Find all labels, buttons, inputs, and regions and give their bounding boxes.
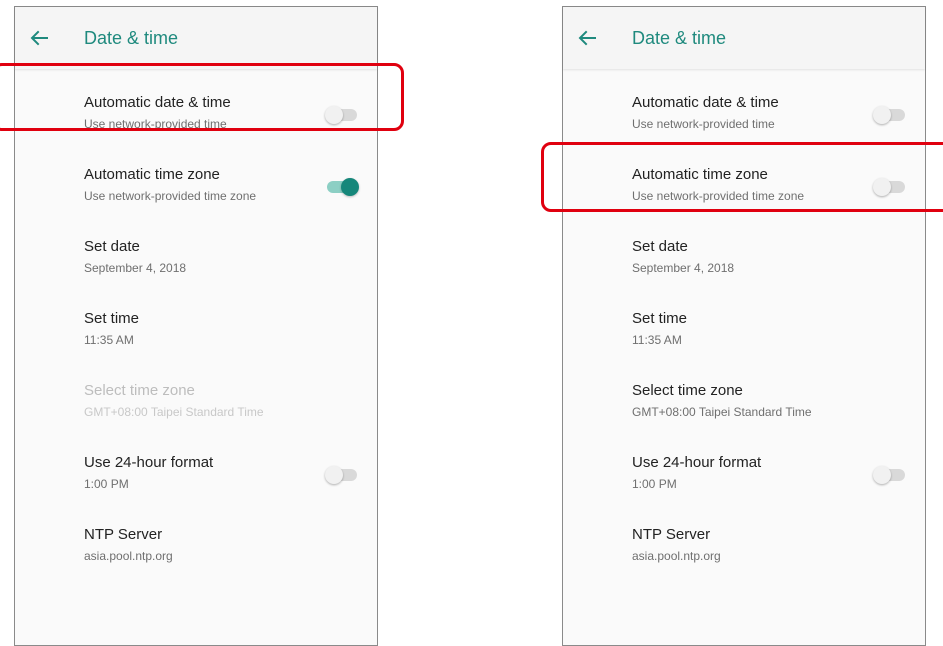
pref-use-24-hour-format[interactable]: Use 24-hour format 1:00 PM bbox=[563, 439, 925, 511]
pref-title: Automatic time zone bbox=[632, 166, 768, 183]
pref-automatic-date-time[interactable]: Automatic date & time Use network-provid… bbox=[15, 79, 377, 151]
switch-thumb bbox=[325, 466, 343, 484]
pref-automatic-time-zone[interactable]: Automatic time zone Use network-provided… bbox=[563, 151, 925, 223]
pref-summary: September 4, 2018 bbox=[632, 261, 735, 275]
pref-ntp-server[interactable]: NTP Server asia.pool.ntp.org bbox=[563, 511, 925, 583]
app-bar: Date & time bbox=[563, 7, 925, 69]
pref-summary: GMT+08:00 Taipei Standard Time bbox=[632, 405, 812, 419]
pref-title: Set date bbox=[632, 238, 688, 255]
pref-summary: 11:35 AM bbox=[632, 333, 682, 347]
pref-select-time-zone: Select time zone GMT+08:00 Taipei Standa… bbox=[15, 367, 377, 439]
automatic-time-zone-switch[interactable] bbox=[873, 178, 907, 196]
automatic-time-zone-switch[interactable] bbox=[325, 178, 359, 196]
pref-select-time-zone[interactable]: Select time zone GMT+08:00 Taipei Standa… bbox=[563, 367, 925, 439]
pref-summary: Use network-provided time zone bbox=[84, 189, 257, 203]
arrow-left-icon[interactable] bbox=[573, 24, 601, 52]
pref-set-date[interactable]: Set date September 4, 2018 bbox=[15, 223, 377, 295]
pref-automatic-time-zone[interactable]: Automatic time zone Use network-provided… bbox=[15, 151, 377, 223]
automatic-date-time-switch[interactable] bbox=[873, 106, 907, 124]
pref-title: Set date bbox=[84, 238, 140, 255]
pref-title: Set time bbox=[84, 310, 140, 327]
pref-title: Select time zone bbox=[632, 382, 743, 399]
pref-summary: 1:00 PM bbox=[84, 477, 129, 491]
pref-title: Automatic time zone bbox=[84, 166, 220, 183]
pref-summary: GMT+08:00 Taipei Standard Time bbox=[84, 405, 264, 419]
pref-title: Set time bbox=[632, 310, 688, 327]
pref-set-time[interactable]: Set time 11:35 AM bbox=[15, 295, 377, 367]
page-title: Date & time bbox=[84, 28, 179, 48]
pref-summary: asia.pool.ntp.org bbox=[84, 549, 173, 563]
pref-title: Automatic date & time bbox=[632, 94, 779, 111]
automatic-date-time-switch[interactable] bbox=[325, 106, 359, 124]
pref-title: NTP Server bbox=[632, 526, 711, 543]
switch-thumb bbox=[873, 106, 891, 124]
settings-screen-left: Date & time Automatic date & time Use ne… bbox=[14, 6, 378, 646]
pref-title: NTP Server bbox=[84, 526, 163, 543]
pref-summary: Use network-provided time zone bbox=[632, 189, 805, 203]
switch-thumb bbox=[873, 466, 891, 484]
settings-screen-right: Date & time Automatic date & time Use ne… bbox=[562, 6, 926, 646]
arrow-left-icon[interactable] bbox=[25, 24, 53, 52]
pref-summary: September 4, 2018 bbox=[84, 261, 187, 275]
use-24-hour-format-switch[interactable] bbox=[873, 466, 907, 484]
switch-thumb bbox=[325, 106, 343, 124]
pref-automatic-date-time[interactable]: Automatic date & time Use network-provid… bbox=[563, 79, 925, 151]
pref-set-date[interactable]: Set date September 4, 2018 bbox=[563, 223, 925, 295]
pref-title: Use 24-hour format bbox=[84, 454, 214, 471]
switch-thumb bbox=[341, 178, 359, 196]
pref-summary: Use network-provided time bbox=[632, 117, 775, 131]
pref-ntp-server[interactable]: NTP Server asia.pool.ntp.org bbox=[15, 511, 377, 583]
pref-summary: 11:35 AM bbox=[84, 333, 134, 347]
app-bar: Date & time bbox=[15, 7, 377, 69]
pref-summary: Use network-provided time bbox=[84, 117, 227, 131]
pref-use-24-hour-format[interactable]: Use 24-hour format 1:00 PM bbox=[15, 439, 377, 511]
page-title: Date & time bbox=[632, 28, 727, 48]
pref-set-time[interactable]: Set time 11:35 AM bbox=[563, 295, 925, 367]
pref-summary: asia.pool.ntp.org bbox=[632, 549, 721, 563]
pref-summary: 1:00 PM bbox=[632, 477, 677, 491]
switch-thumb bbox=[873, 178, 891, 196]
use-24-hour-format-switch[interactable] bbox=[325, 466, 359, 484]
pref-title: Use 24-hour format bbox=[632, 454, 762, 471]
pref-title: Select time zone bbox=[84, 382, 195, 399]
pref-title: Automatic date & time bbox=[84, 94, 231, 111]
